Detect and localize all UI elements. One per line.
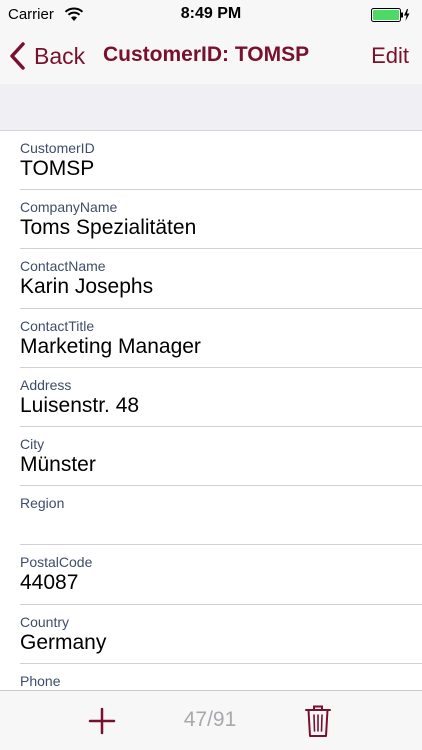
page-title: CustomerID: TOMSP	[103, 43, 310, 66]
field-label: ContactName	[20, 258, 106, 275]
field-value: TOMSP	[20, 157, 95, 180]
field-row-postalcode[interactable]: PostalCode 44087	[20, 545, 422, 605]
field-row-contacttitle[interactable]: ContactTitle Marketing Manager	[20, 309, 422, 368]
field-label: Region	[20, 495, 65, 512]
field-row-contactname[interactable]: ContactName Karin Josephs	[20, 249, 422, 309]
bottom-toolbar: 47/91	[0, 690, 422, 750]
field-row-companyname[interactable]: CompanyName Toms Spezialitäten	[20, 190, 422, 250]
edit-button[interactable]: Edit	[371, 43, 409, 69]
field-value: Marketing Manager	[20, 334, 201, 358]
back-label: Back	[34, 42, 86, 69]
navigation-bar: Back CustomerID: TOMSP Edit	[0, 28, 422, 84]
status-bar: Carrier 8:49 PM	[0, 0, 422, 28]
field-label: ContactTitle	[20, 317, 95, 334]
field-value: Luisenstr. 48	[20, 393, 140, 417]
field-label: Address	[20, 376, 72, 393]
field-label: CustomerID	[20, 140, 95, 156]
back-button[interactable]: Back	[8, 40, 85, 72]
field-row-country[interactable]: Country Germany	[20, 605, 422, 664]
field-value: Karin Josephs	[20, 275, 154, 299]
field-list[interactable]: CustomerID TOMSP CompanyName Toms Spezia…	[0, 131, 422, 690]
field-label: City	[20, 435, 45, 452]
field-value: Germany	[20, 630, 107, 654]
field-row-city[interactable]: City Münster	[20, 427, 422, 487]
chevron-left-icon	[10, 42, 25, 70]
section-header	[0, 84, 422, 131]
trash-icon[interactable]	[304, 704, 332, 738]
field-value: 44087	[20, 571, 79, 595]
field-row-customerid[interactable]: CustomerID TOMSP	[20, 131, 422, 191]
field-value: Toms Spezialitäten	[20, 216, 197, 240]
status-time: 8:49 PM	[180, 5, 242, 22]
field-row-phone[interactable]: Phone	[20, 664, 422, 690]
record-counter: 47/91	[183, 708, 237, 731]
field-label: Phone	[20, 672, 61, 689]
field-value: Münster	[20, 452, 96, 476]
field-label: Country	[20, 613, 70, 630]
field-label: CompanyName	[20, 199, 118, 216]
plus-icon[interactable]	[88, 707, 116, 735]
field-label: PostalCode	[20, 554, 93, 571]
field-row-region[interactable]: Region	[20, 486, 422, 546]
battery-full-icon	[371, 8, 410, 22]
field-row-address[interactable]: Address Luisenstr. 48	[20, 368, 422, 427]
